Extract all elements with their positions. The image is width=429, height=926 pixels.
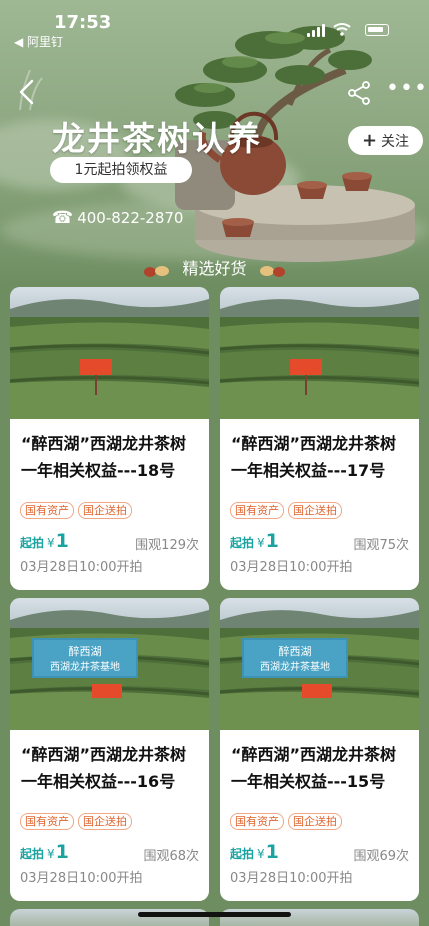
product-title: “醉西湖”西湖龙井茶树一年相关权益---16号 — [21, 745, 187, 791]
auction-start-time: 03月28日10:00开拍 — [20, 871, 143, 886]
currency-symbol: ¥ — [257, 536, 265, 550]
auction-start-time: 03月28日10:00开拍 — [20, 560, 143, 575]
phone-number: 400-822-2870 — [77, 209, 184, 227]
more-options-icon[interactable]: ••• — [386, 78, 428, 100]
product-card[interactable]: 醉西湖 西湖龙井茶基地 “醉西湖”西湖龙井茶树一年相关权益---16号 国有资产… — [10, 598, 209, 901]
product-photo — [10, 287, 209, 419]
section-title: 精选好货 — [182, 259, 247, 278]
sign-text: 西湖龙井茶基地 — [260, 660, 330, 673]
tag-badge: 国有资产 — [20, 813, 74, 830]
price-label: 起拍 — [20, 536, 45, 550]
currency-symbol: ¥ — [47, 536, 55, 550]
price-label: 起拍 — [20, 847, 45, 861]
tag-badge: 国有资产 — [230, 502, 284, 519]
price-value: 1 — [265, 841, 279, 863]
share-icon[interactable] — [346, 80, 372, 106]
auction-start-time: 03月28日10:00开拍 — [230, 871, 353, 886]
view-count: 围观68次 — [143, 849, 199, 864]
tag-badge: 国企送拍 — [288, 813, 342, 830]
plus-icon: + — [361, 129, 378, 151]
view-count: 围观75次 — [353, 538, 409, 553]
wifi-icon — [333, 23, 351, 36]
starting-price: 起拍 ¥ 1 — [230, 841, 279, 863]
product-card[interactable]: “醉西湖”西湖龙井茶树一年相关权益---17号 国有资产 国企送拍 起拍 ¥ 1 … — [220, 287, 419, 590]
follow-label: 关注 — [381, 133, 410, 150]
starting-price: 起拍 ¥ 1 — [20, 841, 69, 863]
product-tags: 国有资产 国企送拍 — [230, 502, 342, 519]
tea-bean-icon — [142, 263, 172, 277]
back-arrow-icon[interactable] — [14, 78, 42, 106]
price-value: 1 — [55, 530, 69, 552]
phone-contact[interactable]: ☎ 400-822-2870 — [52, 208, 183, 228]
product-photo: 醉西湖 西湖龙井茶基地 — [10, 598, 209, 730]
starting-price: 起拍 ¥ 1 — [230, 530, 279, 552]
product-photo — [220, 287, 419, 419]
product-title: “醉西湖”西湖龙井茶树一年相关权益---18号 — [21, 434, 187, 480]
price-label: 起拍 — [230, 536, 255, 550]
auction-start-time: 03月28日10:00开拍 — [230, 560, 353, 575]
promo-pill[interactable]: 1元起拍领权益 — [50, 157, 192, 183]
product-tags: 国有资产 国企送拍 — [230, 813, 342, 830]
section-header: 精选好货 — [0, 255, 429, 279]
battery-icon — [365, 24, 389, 36]
tag-badge: 国企送拍 — [78, 502, 132, 519]
page-title: 龙井茶树认养 — [52, 119, 262, 158]
cellular-signal-icon — [307, 24, 325, 37]
price-label: 起拍 — [230, 847, 255, 861]
product-photo: 醉西湖 西湖龙井茶基地 — [220, 598, 419, 730]
back-to-app-link[interactable]: ◀ 阿里钉 — [14, 33, 63, 50]
tag-badge: 国企送拍 — [288, 502, 342, 519]
currency-symbol: ¥ — [47, 847, 55, 861]
product-tags: 国有资产 国企送拍 — [20, 813, 132, 830]
home-indicator[interactable] — [138, 912, 291, 917]
follow-button[interactable]: + 关注 — [348, 126, 423, 155]
status-time: 17:53 — [54, 12, 112, 33]
product-card[interactable]: 醉西湖 西湖龙井茶基地 “醉西湖”西湖龙井茶树一年相关权益---15号 国有资产… — [220, 598, 419, 901]
tea-bean-icon — [257, 263, 287, 277]
product-tags: 国有资产 国企送拍 — [20, 502, 132, 519]
sign-text: 醉西湖 — [279, 644, 312, 658]
status-bar: 17:53 ◀ 阿里钉 — [0, 0, 429, 56]
currency-symbol: ¥ — [257, 847, 265, 861]
tag-badge: 国有资产 — [20, 502, 74, 519]
price-value: 1 — [55, 841, 69, 863]
phone-icon: ☎ — [52, 208, 74, 228]
view-count: 围观129次 — [135, 538, 199, 553]
starting-price: 起拍 ¥ 1 — [20, 530, 69, 552]
view-count: 围观69次 — [353, 849, 409, 864]
product-card[interactable]: “醉西湖”西湖龙井茶树一年相关权益---18号 国有资产 国企送拍 起拍 ¥ 1 … — [10, 287, 209, 590]
sign-text: 醉西湖 — [69, 644, 102, 658]
sign-text: 西湖龙井茶基地 — [50, 660, 120, 673]
product-title: “醉西湖”西湖龙井茶树一年相关权益---17号 — [231, 434, 397, 480]
product-title: “醉西湖”西湖龙井茶树一年相关权益---15号 — [231, 745, 397, 791]
tag-badge: 国有资产 — [230, 813, 284, 830]
tag-badge: 国企送拍 — [78, 813, 132, 830]
price-value: 1 — [265, 530, 279, 552]
